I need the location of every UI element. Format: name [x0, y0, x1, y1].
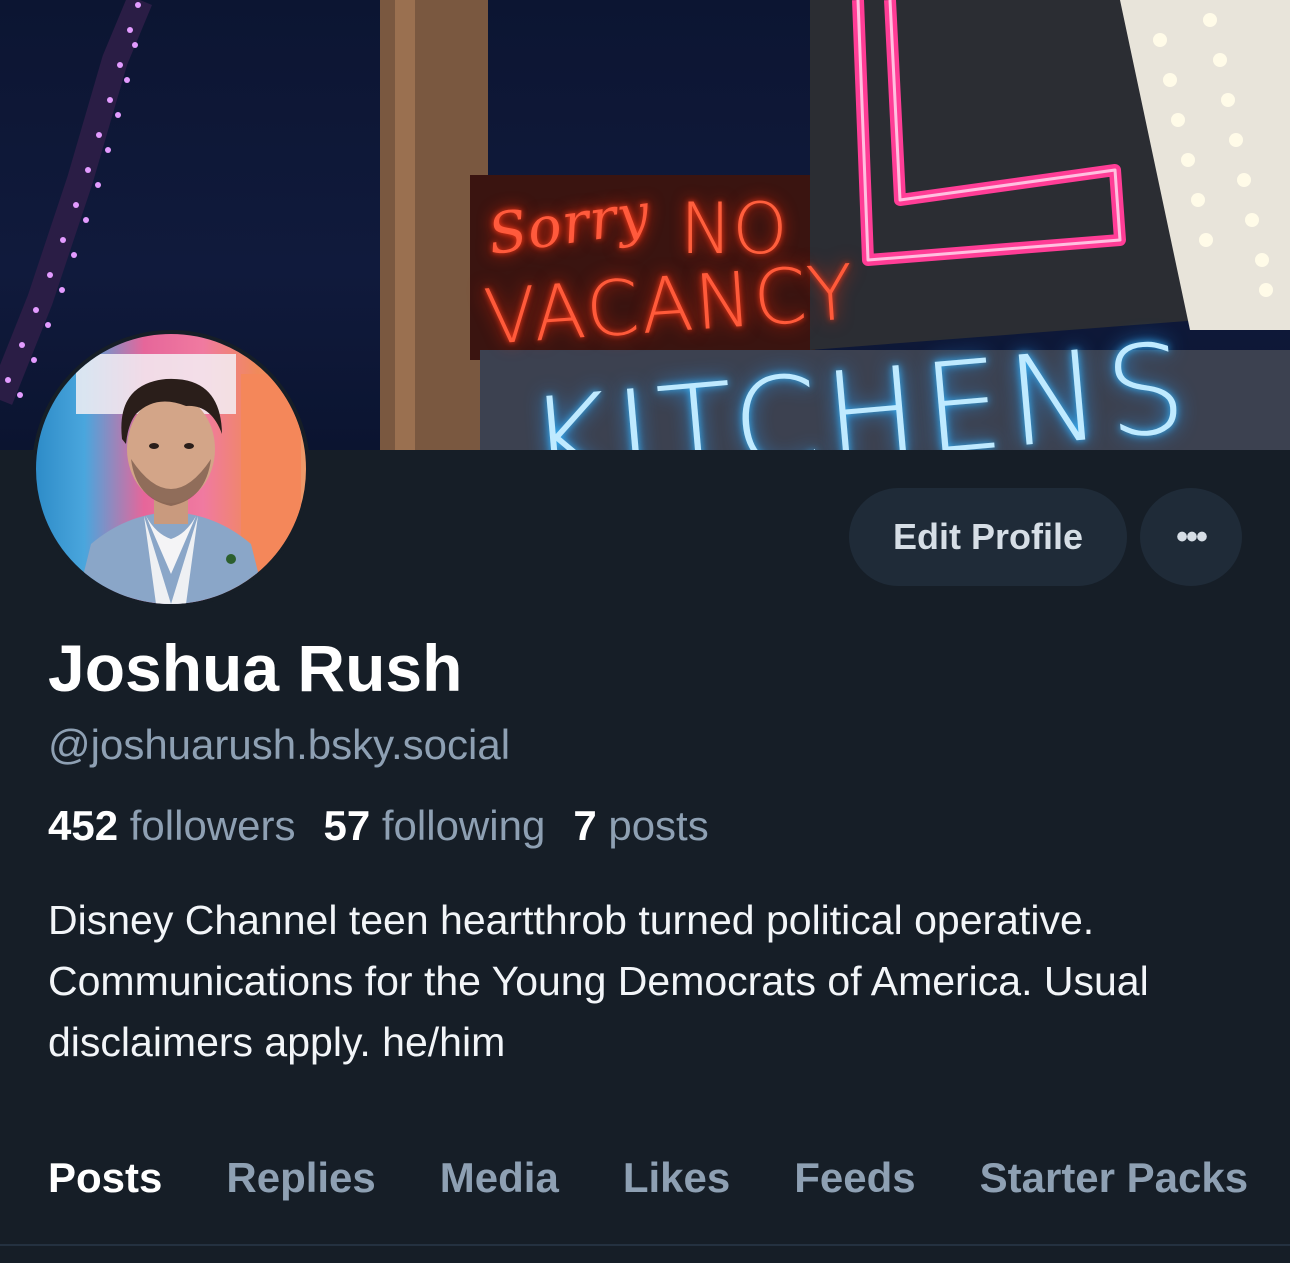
profile-tabs: Posts Replies Media Likes Feeds Starter … [0, 1140, 1290, 1246]
following-label: following [381, 802, 546, 849]
tab-replies[interactable]: Replies [194, 1140, 407, 1246]
display-name: Joshua Rush [48, 631, 463, 705]
edit-profile-button[interactable]: Edit Profile [849, 488, 1127, 586]
tab-label: Feeds [794, 1154, 916, 1201]
tab-feeds[interactable]: Feeds [762, 1140, 947, 1246]
followers-label: followers [129, 802, 296, 849]
tab-label: Posts [48, 1154, 163, 1201]
avatar-portrait [76, 354, 301, 604]
profile-stats: 452 followers 57 following 7 posts [48, 800, 709, 852]
ellipsis-icon: ••• [1176, 517, 1208, 556]
tab-media[interactable]: Media [408, 1140, 591, 1246]
following-count: 57 [323, 802, 371, 849]
profile-handle: @joshuarush.bsky.social [48, 721, 511, 768]
more-options-button[interactable]: ••• [1140, 488, 1242, 586]
posts-stat: 7 posts [573, 800, 708, 852]
tab-label: Starter Packs [979, 1154, 1249, 1201]
following-stat[interactable]: 57 following [323, 800, 545, 852]
followers-count: 452 [48, 802, 119, 849]
posts-label: posts [608, 802, 709, 849]
tab-label: Replies [226, 1154, 376, 1201]
avatar[interactable] [32, 330, 310, 608]
tab-label: Media [439, 1154, 559, 1201]
tab-label: Likes [622, 1154, 731, 1201]
followers-stat[interactable]: 452 followers [48, 800, 295, 852]
profile-page: Sorry NO VACANCY KITCHENS Edit Profile •… [0, 0, 1290, 1263]
profile-bio: Disney Channel teen heartthrob turned po… [48, 897, 1149, 1065]
posts-count: 7 [573, 802, 597, 849]
tabs-divider [0, 1244, 1290, 1246]
tab-likes[interactable]: Likes [591, 1140, 762, 1246]
tab-starter-packs[interactable]: Starter Packs [948, 1140, 1281, 1246]
tab-posts[interactable]: Posts [0, 1140, 194, 1246]
